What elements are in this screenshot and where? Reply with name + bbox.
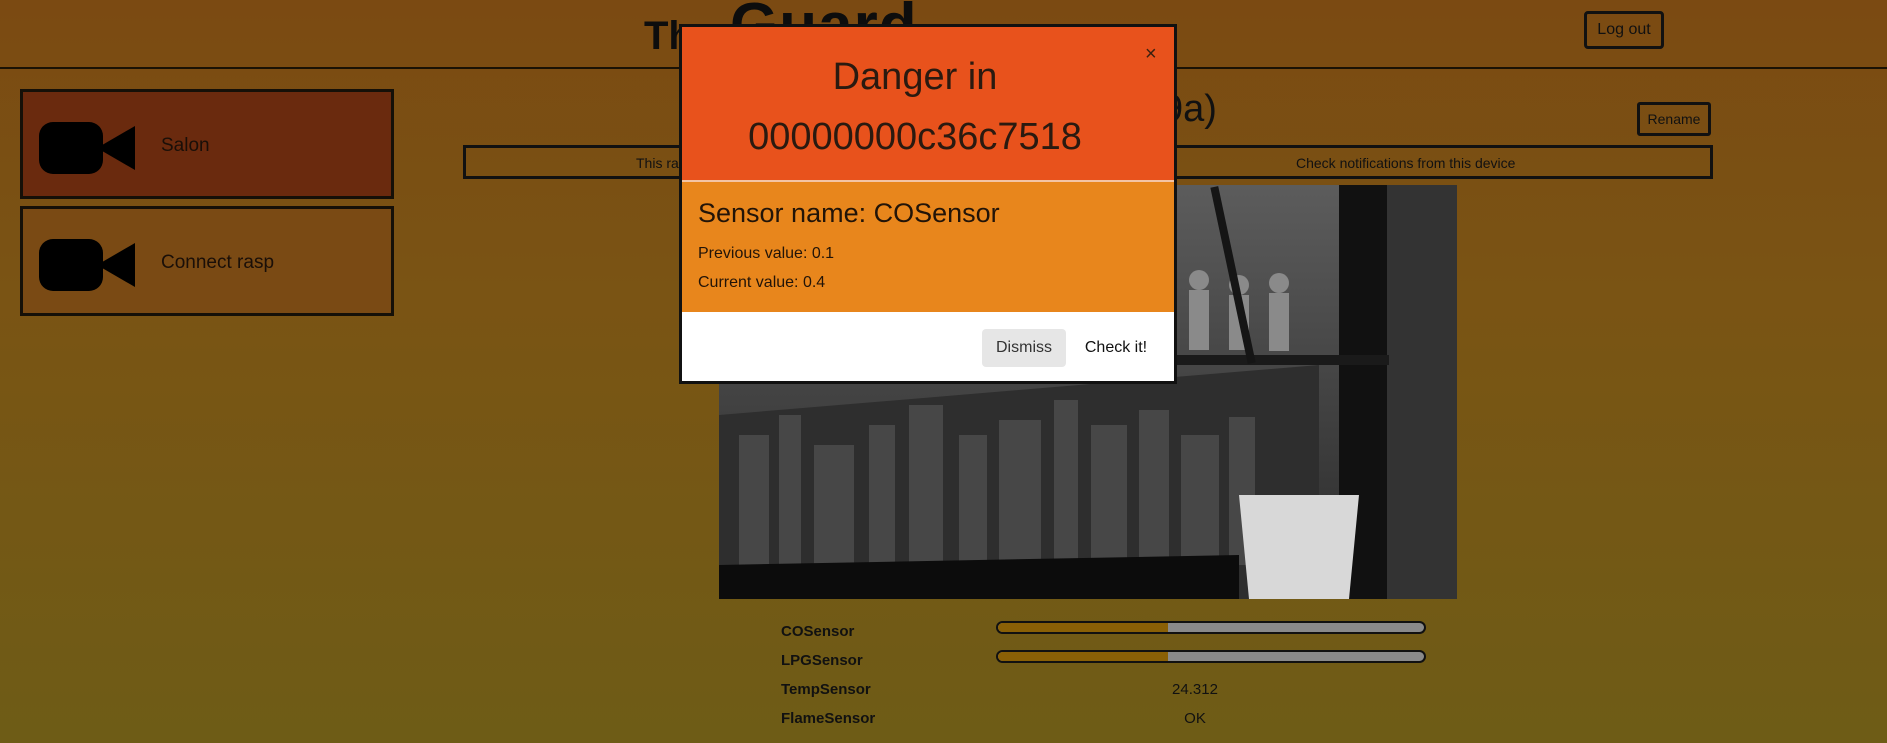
previous-value: Previous value: 0.1 (698, 245, 835, 262)
lpg-sensor-bar (996, 650, 1426, 663)
sidebar-item-connect-rasp[interactable]: Connect rasp (20, 206, 394, 316)
lpg-sensor-bar-fill (998, 652, 1169, 661)
tab-device-info[interactable]: This ra (636, 155, 679, 171)
sidebar-item-salon[interactable]: Salon (20, 89, 394, 199)
sensor-name-co: COSensor (781, 623, 855, 640)
danger-alert-modal: Danger in 00000000c36c7518 × Sensor name… (679, 24, 1177, 384)
sidebar-item-label: Connect rasp (161, 252, 275, 273)
check-it-button[interactable]: Check it! (1076, 329, 1156, 367)
flame-sensor-value: OK (1184, 710, 1206, 727)
sidebar-item-label: Salon (161, 135, 210, 156)
modal-header: Danger in 00000000c36c7518 × (682, 27, 1174, 182)
camera-icon (39, 122, 135, 174)
modal-title: Danger in 00000000c36c7518 (682, 47, 1148, 167)
tab-check-notifications[interactable]: Check notifications from this device (1296, 155, 1515, 171)
current-value: Current value: 0.4 (698, 274, 826, 291)
co-sensor-bar (996, 621, 1426, 634)
logout-button[interactable]: Log out (1584, 11, 1664, 49)
camera-icon (39, 239, 135, 291)
temp-sensor-value: 24.312 (1172, 681, 1218, 698)
dismiss-button[interactable]: Dismiss (982, 329, 1066, 367)
modal-title-device-id: 00000000c36c7518 (748, 116, 1082, 158)
sensor-name-flame: FlameSensor (781, 710, 876, 727)
sensor-name-lpg: LPGSensor (781, 652, 863, 669)
rename-button[interactable]: Rename (1637, 102, 1711, 136)
modal-title-line1: Danger in (832, 56, 998, 98)
modal-body: Sensor name: COSensor Previous value: 0.… (682, 182, 1174, 312)
close-icon[interactable]: × (1145, 43, 1157, 66)
alert-sensor-name: Sensor name: COSensor (698, 198, 1000, 228)
sensor-name-temp: TempSensor (781, 681, 871, 698)
co-sensor-bar-fill (998, 623, 1169, 632)
